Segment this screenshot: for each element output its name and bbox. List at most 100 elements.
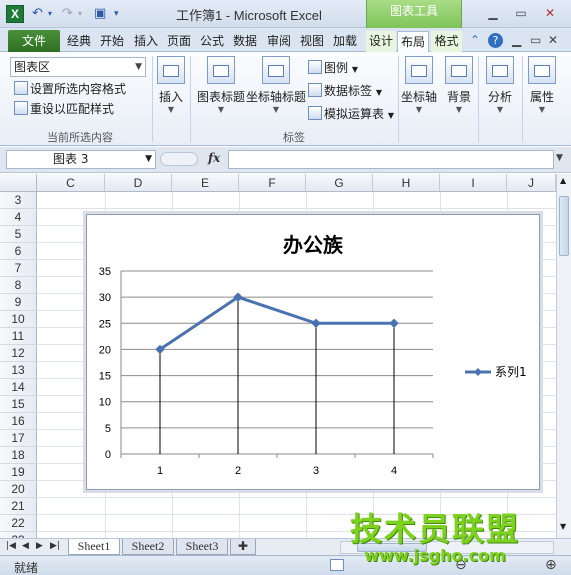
legend-label[interactable]: 系列1 bbox=[495, 365, 527, 379]
tab-page[interactable]: 页面 bbox=[164, 31, 194, 52]
select-all-corner[interactable] bbox=[0, 174, 37, 192]
row-header[interactable]: 15 bbox=[0, 396, 37, 413]
chart-title-button[interactable]: 图表标题 ▼ bbox=[195, 56, 247, 115]
column-header[interactable]: C bbox=[37, 174, 105, 192]
row-header[interactable]: 20 bbox=[0, 481, 37, 498]
save-icon[interactable]: ▣ bbox=[94, 5, 106, 23]
sheet-tab-3[interactable]: Sheet3 bbox=[176, 539, 228, 555]
minimize-icon[interactable]: ▁ bbox=[480, 4, 506, 22]
chevron-down-icon: ▼ bbox=[455, 105, 463, 114]
vertical-scrollbar[interactable]: ▲ ▼ bbox=[556, 174, 571, 538]
column-header[interactable]: I bbox=[440, 174, 507, 192]
row-header[interactable]: 4 bbox=[0, 209, 37, 226]
row-header[interactable]: 10 bbox=[0, 311, 37, 328]
close-workbook-icon[interactable]: ✕ bbox=[548, 33, 558, 47]
tab-format[interactable]: 格式 bbox=[431, 31, 462, 52]
row-header[interactable]: 6 bbox=[0, 243, 37, 260]
column-header[interactable]: G bbox=[306, 174, 373, 192]
row-header[interactable]: 19 bbox=[0, 464, 37, 481]
redo-dropdown-icon[interactable]: ▾ bbox=[78, 5, 82, 23]
excel-logo-icon[interactable]: X bbox=[6, 5, 24, 23]
column-header[interactable]: F bbox=[239, 174, 306, 192]
vertical-scroll-thumb[interactable] bbox=[559, 196, 569, 256]
chart-area[interactable]: 办公族 0 5 10 15 20 25 30 35 1 2 3 4 系列1 bbox=[86, 214, 540, 490]
data-point[interactable] bbox=[311, 318, 321, 328]
row-header[interactable]: 9 bbox=[0, 294, 37, 311]
row-header[interactable]: 13 bbox=[0, 362, 37, 379]
first-sheet-icon[interactable]: |◀ bbox=[6, 541, 16, 551]
axes-button[interactable]: 坐标轴 ▼ bbox=[400, 56, 438, 115]
column-header[interactable]: J bbox=[507, 174, 556, 192]
tab-insert[interactable]: 插入 bbox=[131, 31, 161, 52]
row-header[interactable]: 22 bbox=[0, 515, 37, 532]
legend-button[interactable]: 图例 ▼ bbox=[308, 60, 358, 78]
ribbon-tabs: 文件 经典 开始 插入 页面 公式 数据 审阅 视图 加载 设计 布局 格式 ⌃… bbox=[0, 28, 571, 53]
analysis-button[interactable]: 分析 ▼ bbox=[484, 56, 516, 115]
column-header[interactable]: D bbox=[105, 174, 172, 192]
close-icon[interactable]: ✕ bbox=[537, 4, 563, 22]
expand-formula-icon[interactable]: ▼ bbox=[556, 153, 563, 163]
insert-button[interactable]: 插入 ▼ bbox=[156, 56, 186, 115]
y-tick-label: 20 bbox=[99, 344, 111, 356]
formula-bar-handle[interactable] bbox=[160, 152, 198, 166]
format-selection-button[interactable]: 设置所选内容格式 bbox=[14, 81, 126, 97]
data-table-button[interactable]: 模拟运算表 ▼ bbox=[308, 106, 394, 124]
prev-sheet-icon[interactable]: ◀ bbox=[22, 541, 29, 551]
row-header[interactable]: 17 bbox=[0, 430, 37, 447]
restore-workbook-icon[interactable]: ▭ bbox=[530, 33, 541, 47]
scroll-down-icon[interactable]: ▼ bbox=[560, 522, 566, 531]
undo-dropdown-icon[interactable]: ▾ bbox=[48, 5, 52, 23]
collapse-ribbon-icon[interactable]: ⌃ bbox=[470, 33, 480, 47]
undo-icon[interactable]: ↶ bbox=[32, 5, 43, 23]
axis-title-button[interactable]: 坐标轴标题 ▼ bbox=[246, 56, 306, 115]
next-sheet-icon[interactable]: ▶ bbox=[36, 541, 43, 551]
background-icon bbox=[445, 56, 473, 84]
tab-home[interactable]: 开始 bbox=[97, 31, 127, 52]
formula-input[interactable] bbox=[228, 150, 554, 169]
group-label-labels: 标签 bbox=[283, 131, 305, 144]
row-header[interactable]: 7 bbox=[0, 260, 37, 277]
row-header[interactable]: 14 bbox=[0, 379, 37, 396]
redo-icon[interactable]: ↷ bbox=[62, 5, 73, 23]
row-header[interactable]: 12 bbox=[0, 345, 37, 362]
chevron-down-icon: ▼ bbox=[272, 105, 280, 114]
chevron-down-icon: ▼ bbox=[145, 154, 152, 164]
tab-review[interactable]: 审阅 bbox=[264, 31, 294, 52]
restore-icon[interactable]: ▭ bbox=[508, 4, 534, 22]
column-header[interactable]: H bbox=[373, 174, 440, 192]
tab-data[interactable]: 数据 bbox=[230, 31, 260, 52]
data-labels-button[interactable]: 数据标签 ▼ bbox=[308, 83, 382, 101]
gridline bbox=[37, 497, 557, 498]
tab-formulas[interactable]: 公式 bbox=[197, 31, 227, 52]
row-header[interactable]: 3 bbox=[0, 192, 37, 209]
scroll-up-icon[interactable]: ▲ bbox=[560, 176, 566, 185]
tab-design[interactable]: 设计 bbox=[366, 31, 396, 52]
new-sheet-icon[interactable]: ✚ bbox=[230, 539, 256, 555]
customize-qat-icon[interactable]: ▾ bbox=[114, 5, 119, 23]
data-point[interactable] bbox=[389, 318, 399, 328]
tab-addins[interactable]: 加载 bbox=[330, 31, 360, 52]
last-sheet-icon[interactable]: ▶| bbox=[50, 541, 60, 551]
help-icon[interactable]: ? bbox=[488, 33, 503, 48]
row-header[interactable]: 11 bbox=[0, 328, 37, 345]
properties-button[interactable]: 属性 ▼ bbox=[527, 56, 557, 115]
fx-icon[interactable]: fx bbox=[208, 151, 220, 165]
tab-file[interactable]: 文件 bbox=[8, 30, 60, 52]
sheet-tab-2[interactable]: Sheet2 bbox=[122, 539, 174, 555]
zoom-in-icon[interactable]: ⊕ bbox=[545, 557, 557, 573]
row-header[interactable]: 5 bbox=[0, 226, 37, 243]
column-header[interactable]: E bbox=[172, 174, 239, 192]
background-button[interactable]: 背景 ▼ bbox=[444, 56, 474, 115]
name-box[interactable]: 图表 3 ▼ bbox=[6, 150, 156, 169]
chart-element-select[interactable]: 图表区 ▼ bbox=[10, 57, 146, 77]
row-header[interactable]: 21 bbox=[0, 498, 37, 515]
row-header[interactable]: 16 bbox=[0, 413, 37, 430]
tab-layout[interactable]: 布局 bbox=[397, 31, 429, 53]
row-header[interactable]: 18 bbox=[0, 447, 37, 464]
reset-style-button[interactable]: 重设以匹配样式 bbox=[14, 101, 114, 117]
row-header[interactable]: 8 bbox=[0, 277, 37, 294]
minimize-workbook-icon[interactable]: ▁ bbox=[512, 33, 521, 47]
tab-classic[interactable]: 经典 bbox=[64, 31, 94, 52]
sheet-tab-1[interactable]: Sheet1 bbox=[68, 539, 120, 555]
tab-view[interactable]: 视图 bbox=[297, 31, 327, 52]
